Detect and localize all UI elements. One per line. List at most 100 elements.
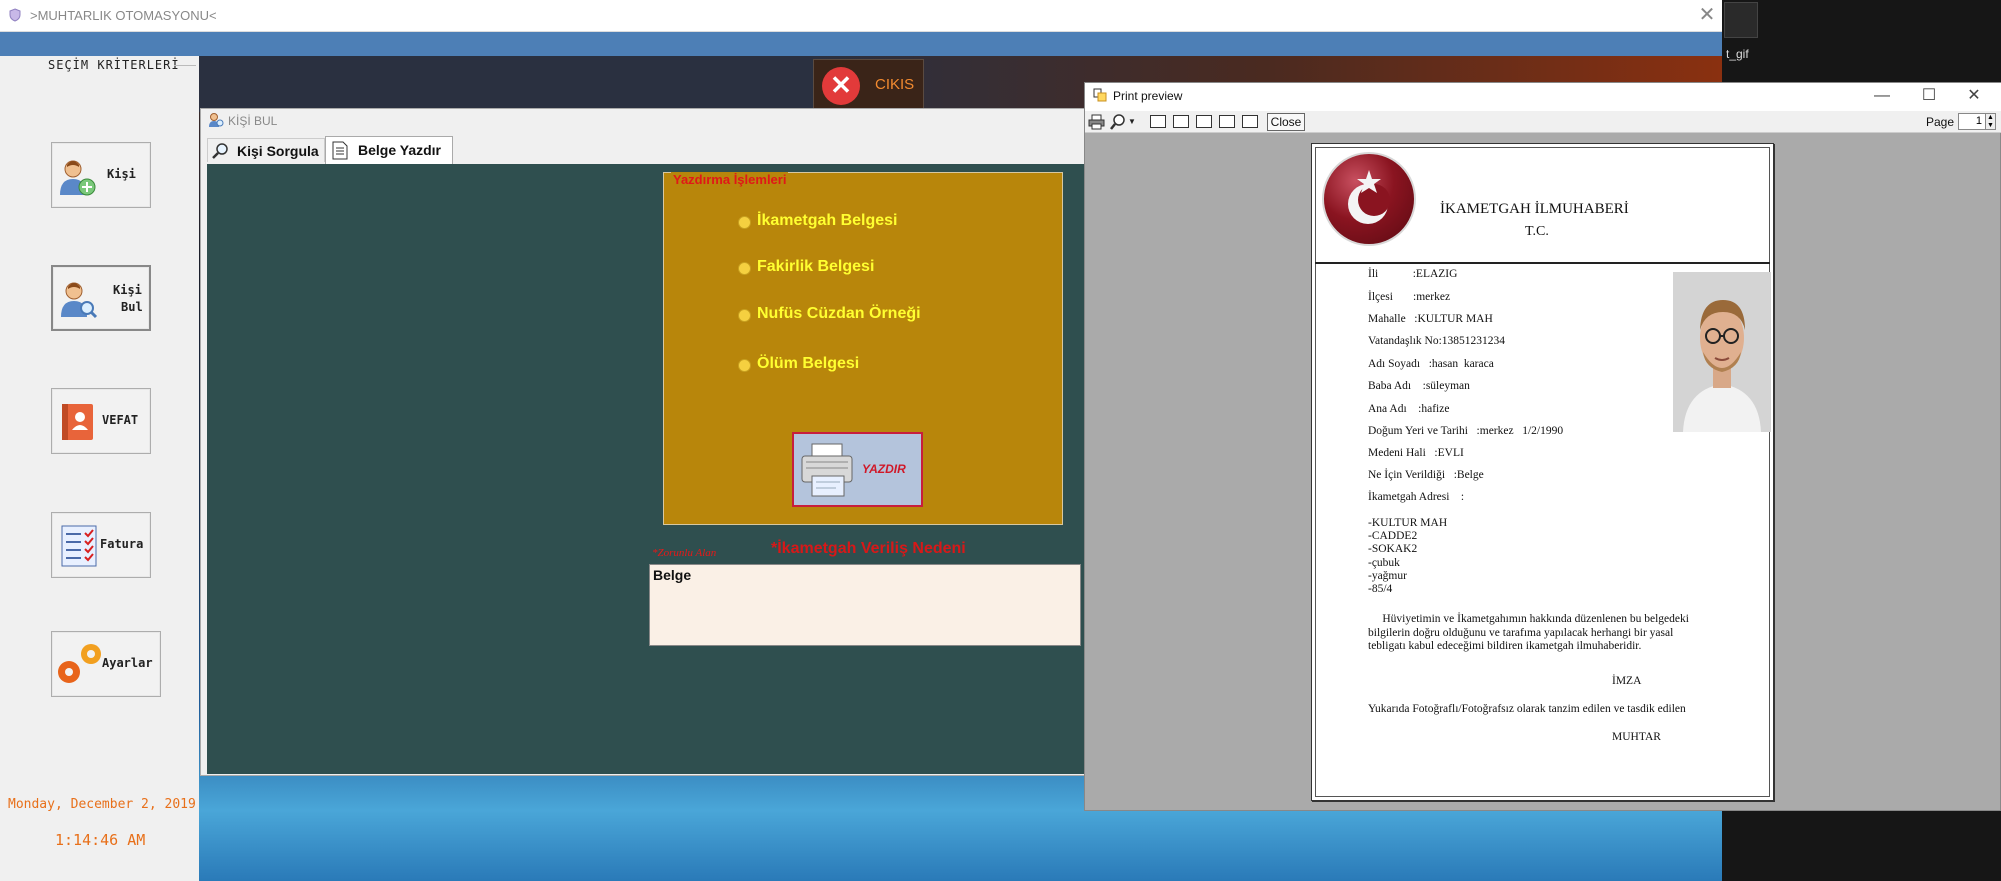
muhtar-label: MUHTAR — [1612, 731, 1661, 743]
reason-label: *İkametgah Veriliş Nedeni — [771, 540, 966, 557]
statement-line: Hüviyetimin ve İkametgahımın hakkında dü… — [1368, 613, 1689, 625]
zoom-dropdown-icon[interactable]: ▼ — [1128, 117, 1136, 126]
field-mahalle: Mahalle :KULTUR MAH — [1368, 313, 1493, 325]
kisi-bul-label-line2: Bul — [121, 300, 143, 314]
sidebar-button-vefat[interactable]: VEFAT — [51, 388, 151, 454]
minimize-button[interactable]: — — [1870, 86, 1894, 106]
required-field-note: *Zorunlu Alan — [652, 547, 717, 559]
sidebar-title: SEÇİM KRİTERLERİ — [48, 58, 180, 72]
six-pages-icon[interactable] — [1242, 115, 1258, 128]
shield-icon — [9, 8, 21, 22]
three-pages-icon[interactable] — [1196, 115, 1212, 128]
desktop-file-label: t_gif — [1726, 47, 1749, 61]
fatura-label: Fatura — [100, 537, 144, 551]
statement-line: bilgilerin doğru olduğunu ve tarafıma ya… — [1368, 627, 1674, 639]
page-number-input[interactable]: 1 — [1958, 113, 1986, 130]
print-button[interactable]: YAZDIR — [792, 432, 923, 507]
reason-textarea[interactable] — [649, 564, 1081, 646]
field-vatandaslik-no: Vatandaşlık No:13851231234 — [1368, 335, 1506, 347]
address-line: -çubuk — [1368, 557, 1400, 569]
exit-label: CIKIS — [875, 76, 915, 93]
document-title: İKAMETGAH İLMUHABERİ — [1440, 201, 1629, 217]
four-pages-icon[interactable] — [1219, 115, 1235, 128]
print-icon[interactable] — [1088, 114, 1105, 130]
contact-book-icon — [62, 404, 93, 440]
crescent-star-icon — [1348, 170, 1390, 224]
radio-olum[interactable] — [738, 359, 751, 372]
field-dogum: Doğum Yeri ve Tarihi :merkez 1/2/1990 — [1368, 425, 1564, 437]
date-label: Monday, December 2, 2019 — [8, 797, 196, 812]
printer-icon — [801, 443, 853, 497]
kisi-label: Kişi — [107, 167, 136, 181]
two-pages-icon[interactable] — [1173, 115, 1189, 128]
main-close-button[interactable]: ✕ — [1695, 3, 1719, 27]
sidebar-button-kisi[interactable]: Kişi — [51, 142, 151, 208]
radio-nufus-cuzdan[interactable] — [738, 309, 751, 322]
address-line: -SOKAK2 — [1368, 543, 1418, 555]
field-ne-icin: Ne İçin Verildiği :Belge — [1368, 469, 1484, 481]
zoom-icon[interactable] — [1110, 114, 1126, 130]
address-line: -CADDE2 — [1368, 530, 1418, 542]
maximize-button[interactable]: ☐ — [1917, 86, 1941, 106]
sidebar-button-fatura[interactable]: Fatura — [51, 512, 151, 578]
radio-nufus-cuzdan-label[interactable]: Nufüs Cüzdan Örneği — [757, 305, 921, 323]
radio-ikametgah[interactable] — [738, 216, 751, 229]
tab-kisi-sorgula[interactable]: Kişi Sorgula — [207, 138, 325, 162]
radio-fakirlik-label[interactable]: Fakirlik Belgesi — [757, 258, 874, 276]
preview-close-button[interactable]: Close — [1267, 113, 1305, 131]
page-label: Page — [1926, 115, 1955, 129]
field-baba-adi: Baba Adı :süleyman — [1368, 380, 1470, 392]
time-label: 1:14:46 AM — [55, 831, 146, 849]
field-adi-soyadi: Adı Soyadı :hasan karaca — [1368, 358, 1494, 370]
radio-olum-label[interactable]: Ölüm Belgesi — [757, 355, 859, 373]
main-window-title: >MUHTARLIK OTOMASYONU< — [30, 8, 217, 23]
tab-belge-yazdir-label: Belge Yazdır — [358, 142, 442, 158]
checklist-icon — [61, 525, 97, 567]
kisi-bul-label-line1: Kişi — [113, 283, 142, 297]
sidebar-button-ayarlar[interactable]: Ayarlar — [51, 631, 161, 697]
citizen-photo — [1673, 272, 1771, 432]
ayarlar-label: Ayarlar — [102, 656, 153, 670]
field-il: İli :ELAZIG — [1368, 268, 1458, 280]
signature-label: İMZA — [1612, 675, 1642, 687]
vefat-label: VEFAT — [102, 413, 139, 427]
radio-ikametgah-label[interactable]: İkametgah Belgesi — [757, 212, 898, 230]
field-ana-adi: Ana Adı :hafize — [1368, 403, 1450, 415]
print-button-label: YAZDIR — [862, 462, 906, 476]
exit-icon: ✕ — [822, 67, 860, 105]
turkish-emblem — [1322, 152, 1416, 246]
document-divider — [1315, 262, 1770, 264]
address-line: -85/4 — [1368, 583, 1393, 595]
magnifier-icon — [212, 143, 228, 159]
main-menu-bar — [0, 32, 1722, 56]
document-icon — [332, 141, 348, 160]
field-medeni-hali: Medeni Hali :EVLI — [1368, 447, 1464, 459]
document-subtitle: T.C. — [1525, 224, 1549, 239]
one-page-icon[interactable] — [1150, 115, 1166, 128]
radio-fakirlik[interactable] — [738, 262, 751, 275]
person-search-icon — [209, 113, 224, 127]
gears-icon — [58, 644, 101, 683]
close-window-button[interactable]: ✕ — [1962, 86, 1986, 106]
page-spinner[interactable]: ▲ ▼ — [1985, 113, 1996, 130]
footer-note: Yukarıda Fotoğraflı/Fotoğrafsız olarak t… — [1368, 703, 1686, 715]
address-line: -KULTUR MAH — [1368, 517, 1448, 529]
preview-app-icon — [1093, 88, 1107, 102]
field-ilce: İlçesi :merkez — [1368, 291, 1451, 303]
print-preview-title: Print preview — [1113, 89, 1183, 103]
address-line: -yağmur — [1368, 570, 1407, 582]
field-ikametgah-adresi: İkametgah Adresi : — [1368, 491, 1465, 503]
sidebar-title-line — [174, 65, 196, 66]
desktop-file-icon[interactable] — [1724, 2, 1758, 38]
tab-belge-yazdir[interactable]: Belge Yazdır — [325, 136, 453, 164]
reason-value: Belge — [653, 567, 692, 583]
print-preview-titlebar — [1085, 83, 2001, 111]
find-person-icon — [61, 282, 98, 319]
print-operations-title: Yazdırma İşlemleri — [671, 172, 789, 187]
portrait-image — [1673, 272, 1771, 432]
main-titlebar — [0, 0, 1722, 32]
add-person-icon — [60, 160, 96, 196]
statement-line: tebligatı kabul edeceğimi bildiren ikame… — [1368, 640, 1642, 652]
sidebar-button-kisi-bul[interactable]: Kişi Bul — [51, 265, 151, 331]
kisi-bul-window-title: KİŞİ BUL — [228, 114, 278, 128]
